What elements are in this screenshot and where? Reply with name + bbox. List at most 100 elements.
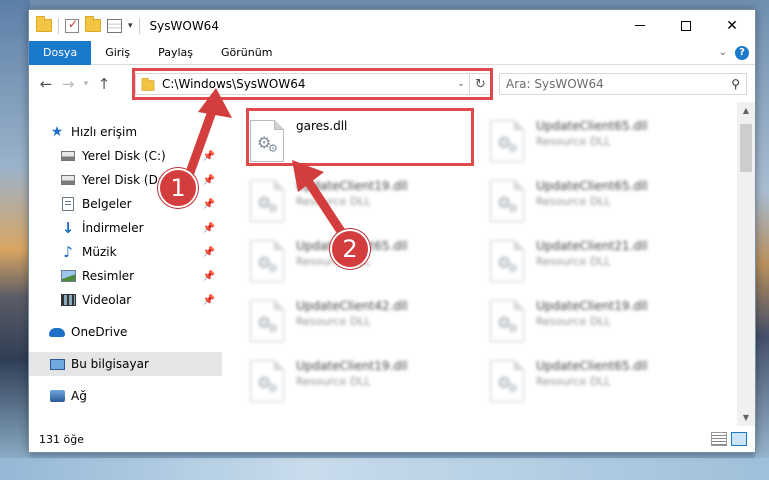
- file-item[interactable]: ⚙ ⚙ UpdateClient19.dll Resource DLL: [464, 296, 694, 350]
- pin-icon: 📌: [202, 270, 215, 282]
- pictures-icon: [60, 268, 76, 284]
- nav-item-onedrive[interactable]: OneDrive: [29, 320, 223, 344]
- back-button[interactable]: ←: [35, 75, 57, 93]
- minimize-button[interactable]: [617, 10, 663, 41]
- folder-icon: [36, 16, 52, 32]
- new-folder-icon[interactable]: [85, 16, 101, 32]
- file-item[interactable]: ⚙ ⚙ UpdateClient21.dll Resource DLL: [464, 236, 694, 290]
- nav-item-label: Bu bilgisayar: [71, 357, 149, 371]
- file-item[interactable]: ⚙⚙ UpdateClient65.dll Resource DLL: [464, 176, 694, 230]
- file-item[interactable]: ⚙⚙ UpdateClient65.dll Resource DLL: [464, 116, 694, 170]
- scroll-up-arrow[interactable]: ▲: [737, 102, 755, 119]
- dll-file-icon: ⚙ ⚙: [490, 180, 524, 222]
- pin-icon: 📌: [202, 246, 215, 258]
- nav-item-downloads[interactable]: ↓ İndirmeler 📌: [29, 216, 223, 240]
- window-controls: ✕: [617, 10, 755, 41]
- pin-icon: 📌: [202, 198, 215, 210]
- search-icon[interactable]: ⚲: [731, 77, 740, 91]
- tab-view[interactable]: Görünüm: [207, 41, 286, 65]
- nav-item-music[interactable]: ♪ Müzik 📌: [29, 240, 223, 264]
- file-type: Resource DLL: [296, 315, 371, 328]
- help-icon[interactable]: ?: [735, 45, 749, 60]
- tab-file[interactable]: Dosya: [29, 40, 92, 65]
- large-icons-view-icon[interactable]: [731, 432, 747, 446]
- file-name: UpdateClient21.dll: [536, 239, 648, 253]
- nav-item-local-disk-c[interactable]: Yerel Disk (C:) 📌: [29, 144, 223, 168]
- file-name: UpdateClient19.dll: [536, 299, 648, 313]
- drive-icon: [60, 148, 76, 164]
- file-item[interactable]: ⚙ ⚙ UpdateClient19.dll Resource DLL: [224, 176, 454, 230]
- file-type: Resource DLL: [296, 375, 371, 388]
- properties-check-icon[interactable]: [65, 17, 79, 33]
- file-item[interactable]: ⚙ ⚙ UpdateClient42.dll Resource DLL: [224, 296, 454, 350]
- details-view-icon[interactable]: [711, 432, 727, 446]
- dll-file-icon: ⚙ ⚙: [250, 360, 284, 402]
- nav-item-label: Hızlı erişim: [71, 125, 138, 139]
- search-input[interactable]: [506, 77, 706, 91]
- expand-ribbon-icon[interactable]: ⌄: [719, 47, 727, 58]
- pin-icon: 📌: [202, 174, 215, 186]
- close-button[interactable]: ✕: [709, 10, 755, 41]
- pin-icon: 📌: [202, 294, 215, 306]
- dll-file-icon: ⚙ ⚙: [250, 300, 284, 342]
- recent-locations-button[interactable]: ▾: [79, 79, 93, 89]
- nav-item-label: Videolar: [82, 293, 132, 307]
- address-bar[interactable]: C:\Windows\SysWOW64 ⌄ ↻: [135, 73, 492, 95]
- nav-item-label: Yerel Disk (D:): [82, 173, 167, 187]
- dll-file-icon: ⚙ ⚙: [250, 180, 284, 222]
- divider: [58, 17, 59, 34]
- dll-file-icon: ⚙ ⚙: [490, 240, 524, 282]
- scroll-thumb[interactable]: [740, 124, 752, 172]
- forward-button[interactable]: →: [57, 75, 79, 93]
- maximize-button[interactable]: [663, 10, 709, 41]
- vertical-scrollbar[interactable]: ▲ ▼: [737, 102, 755, 426]
- desktop-wallpaper-bottom: [0, 458, 769, 480]
- file-type: Resource DLL: [536, 315, 611, 328]
- nav-item-this-pc[interactable]: Bu bilgisayar: [29, 352, 222, 376]
- star-icon: ★: [50, 124, 64, 140]
- nav-item-videos[interactable]: Videolar 📌: [29, 288, 223, 312]
- nav-item-quick-access[interactable]: ★ Hızlı erişim: [29, 120, 223, 144]
- maximize-icon: [681, 20, 691, 31]
- window-title: SysWOW64: [149, 18, 219, 33]
- chevron-down-icon[interactable]: ▾: [128, 21, 133, 31]
- desktop-wallpaper-left: [0, 0, 30, 480]
- scroll-down-arrow[interactable]: ▼: [737, 409, 755, 426]
- drive-icon: [60, 172, 76, 188]
- pin-icon: 📌: [202, 222, 215, 234]
- videos-icon: [60, 292, 76, 308]
- nav-item-label: Yerel Disk (C:): [82, 149, 166, 163]
- file-name: UpdateClient19.dll: [296, 359, 408, 373]
- navigation-pane: ★ Hızlı erişim Yerel Disk (C:) 📌 Yerel D…: [29, 102, 223, 426]
- nav-item-label: Resimler: [82, 269, 135, 283]
- ribbon-right-controls: ⌄ ?: [719, 45, 755, 60]
- file-name: UpdateClient65.dll: [536, 359, 648, 373]
- address-path[interactable]: C:\Windows\SysWOW64: [162, 77, 306, 91]
- file-item-gares-dll[interactable]: ⚙ ⚙ gares.dll: [224, 116, 454, 170]
- onedrive-icon: [49, 324, 65, 340]
- file-item[interactable]: ⚙⚙ UpdateClient65.dll Resource DLL: [464, 356, 694, 410]
- chevron-down-icon[interactable]: ⌄: [453, 79, 469, 89]
- dll-file-icon: ⚙ ⚙: [490, 300, 524, 342]
- nav-item-network[interactable]: Ağ: [29, 384, 223, 408]
- file-name: UpdateClient65.dll: [536, 179, 648, 193]
- refresh-button[interactable]: ↻: [469, 74, 491, 94]
- title-bar: ▾ SysWOW64 ✕: [29, 10, 755, 41]
- properties-icon[interactable]: [107, 18, 122, 33]
- nav-item-label: Müzik: [82, 245, 117, 259]
- tab-share[interactable]: Paylaş: [144, 41, 207, 65]
- file-item[interactable]: ⚙ ⚙ UpdateClient19.dll Resource DLL: [224, 356, 454, 410]
- nav-item-label: İndirmeler: [82, 221, 144, 235]
- this-pc-icon: [49, 356, 65, 372]
- search-box[interactable]: ⚲: [499, 73, 747, 95]
- up-button[interactable]: ↑: [93, 75, 115, 93]
- pin-icon: 📌: [202, 150, 215, 162]
- folder-icon: [141, 77, 155, 91]
- step-1-badge: 1: [158, 168, 198, 208]
- close-icon: ✕: [726, 17, 738, 34]
- tab-home[interactable]: Giriş: [91, 41, 144, 65]
- desktop-wallpaper-right: [755, 0, 769, 480]
- divider: [138, 17, 140, 34]
- ribbon-tabs: Dosya Giriş Paylaş Görünüm ⌄ ?: [29, 40, 755, 65]
- nav-item-pictures[interactable]: Resimler 📌: [29, 264, 223, 288]
